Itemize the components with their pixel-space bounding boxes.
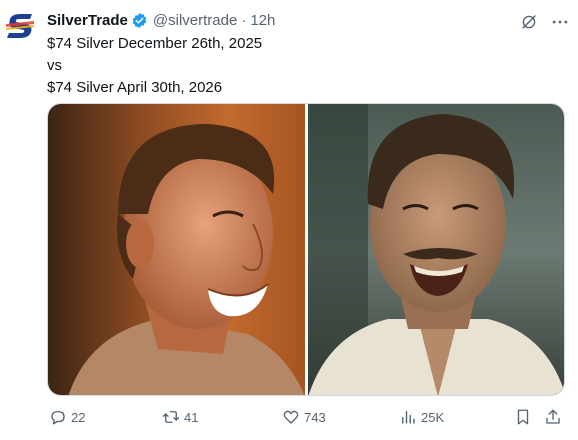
repost-button[interactable]: 41: [162, 404, 198, 430]
views-icon: [402, 411, 415, 424]
tweet-line-1: $74 Silver December 26th, 2025: [47, 35, 263, 52]
grok-icon[interactable]: [520, 13, 538, 31]
reply-count: 22: [71, 409, 86, 425]
tweet-text: $74 Silver December 26th, 2025 vs $74 Si…: [47, 33, 547, 99]
tweet-line-2: vs: [47, 57, 62, 74]
reply-icon: [51, 411, 65, 425]
bookmark-button[interactable]: [514, 404, 532, 430]
like-button[interactable]: 743: [282, 404, 326, 430]
media-image-right[interactable]: [308, 104, 564, 395]
like-icon: [283, 410, 299, 424]
repost-icon: [162, 411, 180, 423]
separator-dot: ·: [241, 11, 247, 29]
repost-count: 41: [184, 409, 199, 425]
tweet-line-3: $74 Silver April 30th, 2026: [47, 79, 223, 96]
verified-badge-icon: [132, 12, 147, 28]
views-button[interactable]: 25K: [399, 404, 444, 430]
share-button[interactable]: [544, 404, 562, 430]
tweet-header: SilverTrade @silvertrade · 12h: [47, 10, 578, 30]
like-count: 743: [304, 409, 326, 425]
media-image-left[interactable]: [48, 104, 305, 395]
avatar[interactable]: [4, 10, 36, 42]
views-count: 25K: [421, 409, 445, 425]
silvertrade-logo: [6, 14, 34, 38]
more-icon[interactable]: [550, 12, 570, 32]
handle[interactable]: @silvertrade: [153, 12, 237, 29]
bookmark-icon: [517, 409, 529, 425]
tweet-actions: 22 41 743 25K: [47, 404, 568, 430]
timestamp[interactable]: 12h: [250, 12, 275, 29]
reply-button[interactable]: 22: [49, 404, 85, 430]
share-icon: [546, 409, 560, 424]
tweet-media[interactable]: [47, 103, 565, 396]
display-name[interactable]: SilverTrade: [47, 12, 128, 29]
